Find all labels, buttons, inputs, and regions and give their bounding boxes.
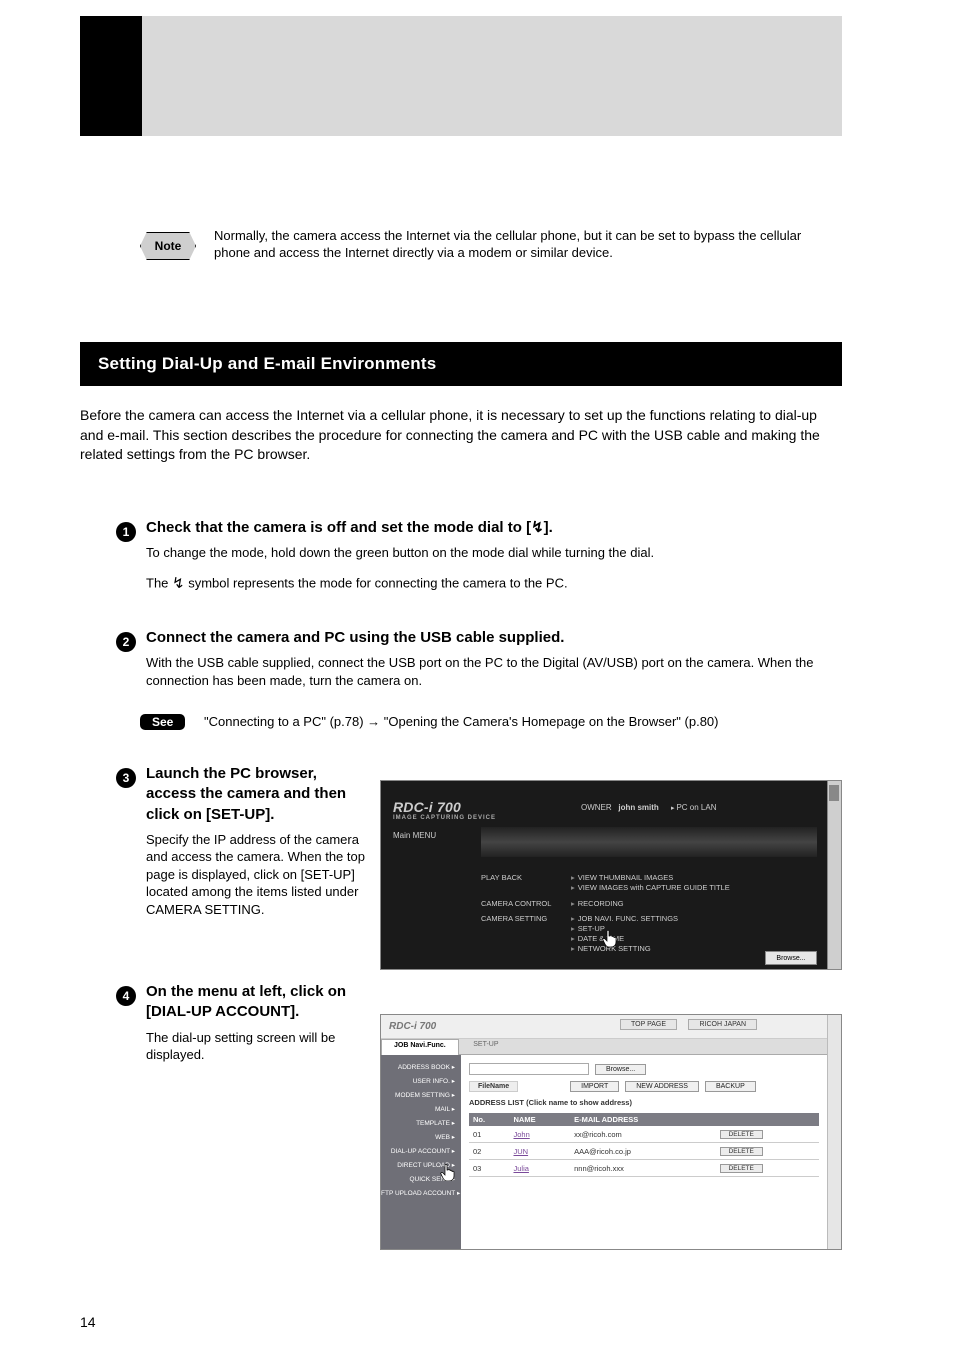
chapter-header-band (80, 16, 842, 136)
address-list-subtitle: ADDRESS LIST (Click name to show address… (469, 1098, 819, 1107)
top-page-button[interactable]: TOP PAGE (620, 1019, 677, 1030)
menu-category-control: CAMERA CONTROL (481, 899, 571, 909)
see-badge: See (140, 714, 185, 730)
main-menu-rows: PLAY BACK ▸VIEW THUMBNAIL IMAGES ▸VIEW I… (481, 873, 817, 959)
scrollbar[interactable] (827, 1015, 841, 1250)
banner-image (481, 827, 817, 857)
link-thumbnails[interactable]: ▸VIEW THUMBNAIL IMAGES (571, 873, 730, 883)
sidebar-mail[interactable]: MAIL ▸ (381, 1105, 455, 1113)
device-logo-small: RDC-i 700 (389, 1021, 436, 1032)
tab-job-navi[interactable]: JOB Navi.Func. (381, 1039, 459, 1055)
sidebar-dialup[interactable]: DIAL-UP ACCOUNT ▸ (381, 1147, 455, 1155)
step-bullet-2: 2 (116, 632, 136, 652)
col-no: No. (469, 1113, 509, 1126)
step-1-block: Check that the camera is off and set the… (146, 518, 842, 606)
link-recording[interactable]: ▸RECORDING (571, 899, 624, 909)
name-link[interactable]: John (513, 1130, 529, 1139)
step-2-block: Connect the camera and PC using the USB … (146, 628, 842, 689)
link-setup[interactable]: ▸SET-UP (571, 924, 678, 934)
link-date-time[interactable]: ▸DATE & TIME (571, 934, 678, 944)
step-2-body: With the USB cable supplied, connect the… (146, 654, 842, 689)
step-bullet-1: 1 (116, 522, 136, 542)
table-row: 02 JUN AAA@ricoh.co.jp DELETE (469, 1143, 819, 1160)
note-hex-badge: Note (140, 232, 196, 260)
sidebar-template[interactable]: TEMPLATE ▸ (381, 1119, 455, 1127)
import-button[interactable]: IMPORT (570, 1081, 619, 1092)
delete-button[interactable]: DELETE (720, 1164, 763, 1173)
main-menu-label: Main MENU (393, 831, 436, 840)
step-bullet-4: 4 (116, 986, 136, 1006)
browse-button[interactable]: Browse... (765, 951, 817, 965)
col-email: E-MAIL ADDRESS (570, 1113, 715, 1126)
see-reference-text: "Connecting to a PC" (p.78) → "Opening t… (204, 714, 840, 729)
step-1-body: To change the mode, hold down the green … (146, 544, 842, 594)
chapter-tab-black (80, 16, 142, 136)
scrollbar[interactable] (827, 781, 841, 970)
delete-button[interactable]: DELETE (720, 1130, 763, 1139)
camera-homepage-screenshot: RDC-i 700 IMAGE CAPTURING DEVICE OWNER j… (380, 780, 842, 970)
link-job-navi[interactable]: ▸JOB NAVI. FUNC. SETTINGS (571, 914, 678, 924)
filename-input[interactable] (469, 1063, 589, 1075)
section-intro-text: Before the camera can access the Interne… (80, 406, 842, 465)
sidebar-modem[interactable]: MODEM SETTING ▸ (381, 1091, 455, 1099)
link-view-images-guide[interactable]: ▸VIEW IMAGES with CAPTURE GUIDE TITLE (571, 883, 730, 893)
menu-category-setting: CAMERA SETTING (481, 914, 571, 953)
delete-button[interactable]: DELETE (720, 1147, 763, 1156)
pc-mode-icon: ↯ (531, 518, 544, 538)
pc-on-lan-link[interactable]: PC on LAN (671, 803, 717, 812)
setup-addressbook-screenshot: RDC-i 700 TOP PAGE RICOH JAPAN JOB Navi.… (380, 1014, 842, 1250)
page-number: 14 (80, 1314, 96, 1330)
hand-cursor-icon (439, 1163, 455, 1183)
pc-mode-icon-inline: ↯ (172, 574, 185, 594)
table-row: 01 John xx@ricoh.com DELETE (469, 1126, 819, 1143)
owner-label: OWNER john smith (581, 803, 659, 812)
step-2-title: Connect the camera and PC using the USB … (146, 628, 842, 648)
setup-tabs: JOB Navi.Func. SET-UP (381, 1039, 827, 1055)
filename-label: FileName (469, 1081, 518, 1092)
section-title-bar: Setting Dial-Up and E-mail Environments (80, 342, 842, 386)
device-logo: RDC-i 700 IMAGE CAPTURING DEVICE (393, 799, 496, 821)
note-text: Normally, the camera access the Internet… (214, 228, 834, 262)
ricoh-japan-button[interactable]: RICOH JAPAN (688, 1019, 757, 1030)
table-row: 03 Julia nnn@ricoh.xxx DELETE (469, 1160, 819, 1177)
hand-cursor-icon (601, 929, 617, 947)
step-3-block: Launch the PC browser, access the camera… (146, 764, 366, 918)
sidebar-ftp[interactable]: FTP UPLOAD ACCOUNT ▸ (381, 1189, 455, 1197)
browse-button[interactable]: Browse... (595, 1064, 646, 1075)
new-address-button[interactable]: NEW ADDRESS (625, 1081, 699, 1092)
col-name: NAME (509, 1113, 570, 1126)
step-4-body: The dial-up setting screen will be displ… (146, 1029, 366, 1064)
sidebar-user-info[interactable]: USER INFO. ▸ (381, 1077, 455, 1085)
step-bullet-3: 3 (116, 768, 136, 788)
address-table: No. NAME E-MAIL ADDRESS 01 John xx@ricoh… (469, 1113, 819, 1177)
step-3-body: Specify the IP address of the camera and… (146, 831, 366, 919)
setup-main-panel: Browse... FileName IMPORT NEW ADDRESS BA… (461, 1055, 827, 1249)
step-1-title: Check that the camera is off and set the… (146, 518, 842, 538)
setup-sidebar: ADDRESS BOOK ▸ USER INFO. ▸ MODEM SETTIN… (381, 1055, 461, 1249)
setup-header: RDC-i 700 TOP PAGE RICOH JAPAN (381, 1015, 827, 1039)
name-link[interactable]: JUN (513, 1147, 528, 1156)
link-network-setting[interactable]: ▸NETWORK SETTING (571, 944, 678, 954)
scrollbar-thumb[interactable] (829, 785, 839, 801)
step-3-title: Launch the PC browser, access the camera… (146, 764, 366, 825)
sidebar-web[interactable]: WEB ▸ (381, 1133, 455, 1141)
col-actions (716, 1113, 819, 1126)
name-link[interactable]: Julia (513, 1164, 528, 1173)
menu-category-playback: PLAY BACK (481, 873, 571, 893)
sidebar-address-book[interactable]: ADDRESS BOOK ▸ (381, 1063, 455, 1071)
backup-button[interactable]: BACKUP (705, 1081, 756, 1092)
step-4-title: On the menu at left, click on [DIAL-UP A… (146, 982, 366, 1023)
tab-setup[interactable]: SET-UP (461, 1039, 510, 1055)
step-4-block: On the menu at left, click on [DIAL-UP A… (146, 982, 366, 1064)
